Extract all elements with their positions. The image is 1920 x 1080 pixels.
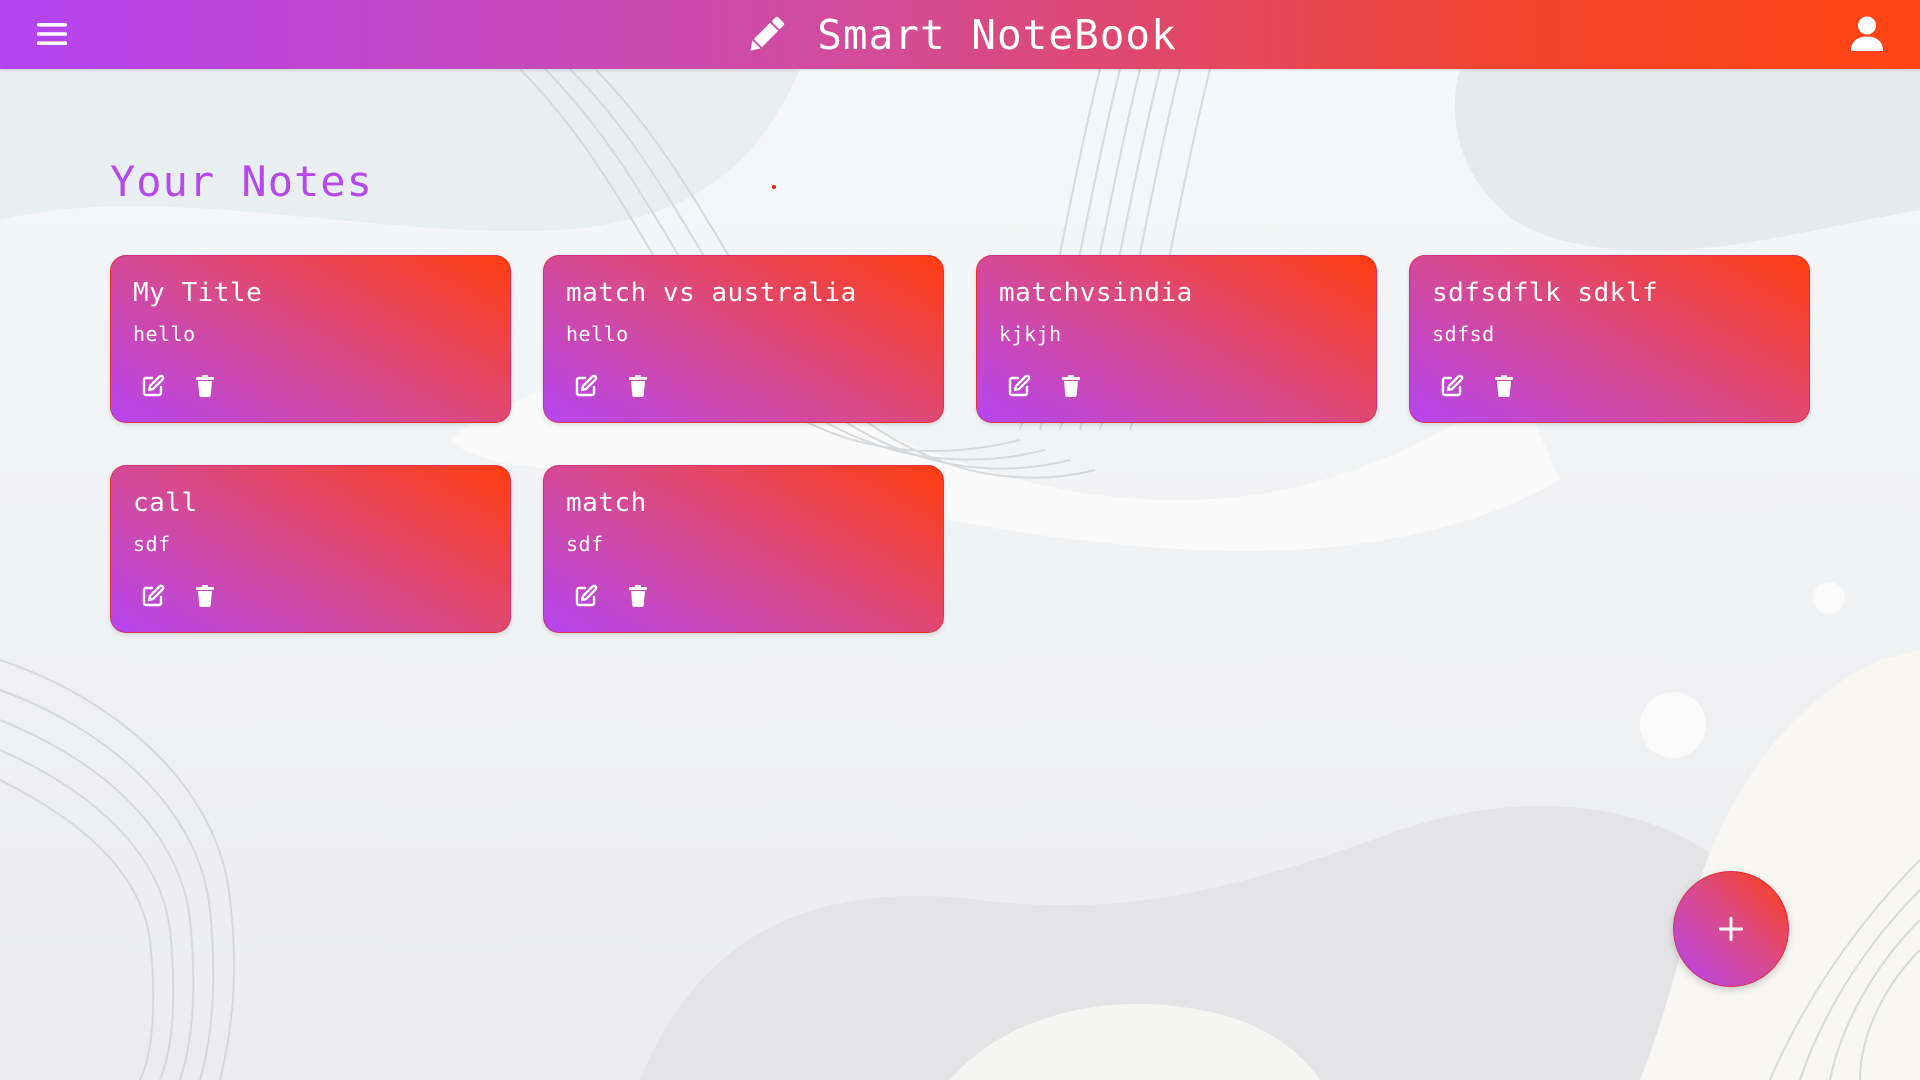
note-card[interactable]: match vs australia hello [543,255,944,423]
note-body: sdfsd [1432,322,1495,346]
edit-icon[interactable] [1440,374,1464,398]
app-brand: Smart NoteBook [743,11,1177,59]
trash-icon[interactable] [193,584,217,608]
hamburger-menu-icon[interactable] [34,18,70,50]
page-title: Your Notes [110,157,373,206]
trash-icon[interactable] [1059,374,1083,398]
note-body: sdf [133,532,171,556]
top-app-bar: Smart NoteBook [0,0,1920,69]
note-actions [574,584,650,608]
main-content: Your Notes My Title hello match vs austr… [0,69,1920,1080]
note-title: match [566,488,647,518]
app-title: Smart NoteBook [817,10,1177,59]
trash-icon[interactable] [1492,374,1516,398]
note-title: My Title [133,278,263,308]
user-icon[interactable] [1848,15,1886,53]
trash-icon[interactable] [626,584,650,608]
trash-icon[interactable] [193,374,217,398]
note-card[interactable]: matchvsindia kjkjh [976,255,1377,423]
edit-icon[interactable] [1007,374,1031,398]
note-title: match vs australia [566,278,857,308]
note-card[interactable]: My Title hello [110,255,511,423]
notes-grid: My Title hello match vs australia hello … [110,255,1810,633]
note-actions [141,374,217,398]
note-title: matchvsindia [999,278,1193,308]
note-actions [1007,374,1083,398]
note-title: sdfsdflk sdklf [1432,278,1659,308]
edit-icon[interactable] [574,584,598,608]
note-actions [141,584,217,608]
stray-dot [772,185,776,189]
edit-icon[interactable] [141,374,165,398]
trash-icon[interactable] [626,374,650,398]
note-body: hello [133,322,196,346]
note-card[interactable]: sdfsdflk sdklf sdfsd [1409,255,1810,423]
note-title: call [133,488,198,518]
plus-icon [1716,914,1746,944]
note-actions [1440,374,1516,398]
note-body: sdf [566,532,604,556]
pencil-icon [743,12,789,58]
note-card[interactable]: call sdf [110,465,511,633]
note-actions [574,374,650,398]
note-body: kjkjh [999,322,1062,346]
edit-icon[interactable] [141,584,165,608]
add-note-button[interactable] [1673,871,1789,987]
note-card[interactable]: match sdf [543,465,944,633]
edit-icon[interactable] [574,374,598,398]
note-body: hello [566,322,629,346]
